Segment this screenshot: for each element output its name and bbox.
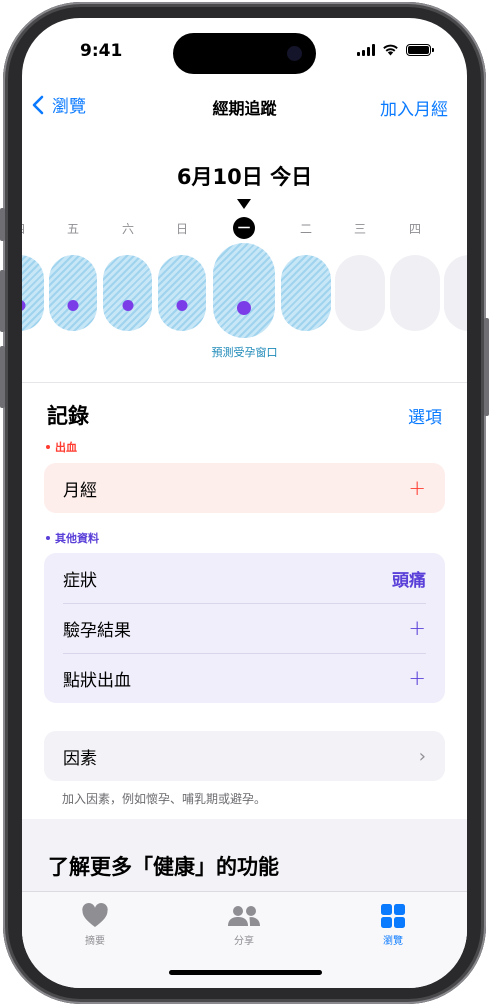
chevron-right-icon: › xyxy=(418,745,426,767)
period-row[interactable]: 月經 + xyxy=(44,463,445,513)
section-divider xyxy=(22,382,467,383)
tab-sharing-label: 分享 xyxy=(234,936,254,947)
bleeding-category-label: 出血 xyxy=(55,441,77,454)
selected-date-header: 6月10日 今日 xyxy=(176,165,313,189)
calendar-day[interactable] xyxy=(158,255,206,331)
factors-hint: 加入因素，例如懷孕、哺乳期或避孕。 xyxy=(62,792,267,806)
other-data-card: 症狀 頭痛 驗孕結果 + 點狀出血 + xyxy=(44,553,445,703)
status-time: 9:41 xyxy=(80,41,123,61)
add-period-button[interactable]: 加入月經 xyxy=(380,95,448,120)
symptoms-value: 頭痛 xyxy=(392,570,426,591)
grid-icon xyxy=(381,904,405,928)
calendar-day[interactable] xyxy=(281,255,331,331)
people-icon xyxy=(228,906,260,926)
calendar-day[interactable] xyxy=(335,255,385,331)
chevron-left-icon xyxy=(32,95,44,114)
symptoms-label: 症狀 xyxy=(63,570,97,591)
fertile-window-label: 預測受孕窗口 xyxy=(211,346,278,359)
pregnancy-test-row[interactable]: 驗孕結果 + xyxy=(44,603,445,653)
weekday-label: 五 xyxy=(66,222,79,236)
bleeding-card: 月經 + xyxy=(44,463,445,513)
status-icons xyxy=(357,43,434,56)
tab-summary[interactable]: 摘要 xyxy=(45,902,145,947)
options-button[interactable]: 選項 xyxy=(408,403,442,428)
spotting-row[interactable]: 點狀出血 + xyxy=(44,653,445,703)
calendar-day[interactable] xyxy=(444,255,467,331)
tab-browse[interactable]: 瀏覽 xyxy=(343,902,443,947)
add-pregnancy-test-plus-icon: + xyxy=(408,616,426,640)
log-section-title: 記錄 xyxy=(47,404,89,428)
back-label: 瀏覽 xyxy=(52,97,86,117)
wifi-icon xyxy=(383,44,398,56)
today-pointer-icon xyxy=(237,199,251,209)
camera-icon xyxy=(287,46,302,61)
calendar-day[interactable] xyxy=(22,255,44,331)
today-weekday-badge: 一 xyxy=(233,217,255,239)
home-indicator xyxy=(169,970,322,975)
bleeding-category: 出血 xyxy=(46,439,77,455)
bullet-icon xyxy=(46,445,50,449)
period-label: 月經 xyxy=(63,480,97,501)
calendar-day[interactable] xyxy=(390,255,440,331)
logged-data-dot xyxy=(67,299,79,311)
tab-sharing[interactable]: 分享 xyxy=(194,902,294,947)
calendar-day[interactable] xyxy=(103,255,152,331)
other-data-category: 其他資料 xyxy=(46,530,99,546)
logged-data-dot xyxy=(122,299,133,311)
logged-data-dot xyxy=(176,299,188,311)
battery-icon xyxy=(406,43,434,56)
weekday-label: 四 xyxy=(408,222,421,236)
nav-bar: 瀏覽 經期追蹤 加入月經 xyxy=(22,92,467,122)
weekday-label: 三 xyxy=(353,222,366,236)
logged-data-dot xyxy=(237,301,251,315)
symptoms-row[interactable]: 症狀 頭痛 xyxy=(44,553,445,603)
add-spotting-plus-icon: + xyxy=(408,666,426,690)
cellular-signal-icon xyxy=(357,43,375,56)
factors-row[interactable]: 因素 › xyxy=(44,731,445,781)
learn-more-title: 了解更多「健康」的功能 xyxy=(48,855,279,879)
action-button xyxy=(0,208,5,241)
volume-down-button xyxy=(0,346,5,408)
side-power-button xyxy=(484,318,489,416)
logged-data-dot xyxy=(22,299,26,311)
spotting-label: 點狀出血 xyxy=(63,670,131,691)
weekday-label: 六 xyxy=(121,222,134,236)
calendar-day[interactable] xyxy=(49,255,97,331)
add-period-plus-icon: + xyxy=(408,476,426,500)
dynamic-island xyxy=(173,33,316,74)
heart-icon xyxy=(82,903,108,927)
bullet-icon xyxy=(46,536,50,540)
tab-browse-label: 瀏覽 xyxy=(383,936,403,947)
screen: 9:41 瀏覽 經期追蹤 加入月經 6月10日 今日 預測受孕窗口 記錄 選項 … xyxy=(22,18,467,988)
weekday-label: 四 xyxy=(22,220,39,237)
other-data-category-label: 其他資料 xyxy=(55,532,99,545)
factors-label: 因素 xyxy=(63,748,97,769)
tab-summary-label: 摘要 xyxy=(85,936,105,947)
pregnancy-test-label: 驗孕結果 xyxy=(63,620,131,641)
weekday-label: 日 xyxy=(175,222,188,236)
calendar-day-today[interactable] xyxy=(213,243,275,338)
volume-up-button xyxy=(0,270,5,332)
factors-card: 因素 › xyxy=(44,731,445,781)
weekday-label: 二 xyxy=(299,222,312,236)
back-button[interactable]: 瀏覽 xyxy=(32,92,86,117)
